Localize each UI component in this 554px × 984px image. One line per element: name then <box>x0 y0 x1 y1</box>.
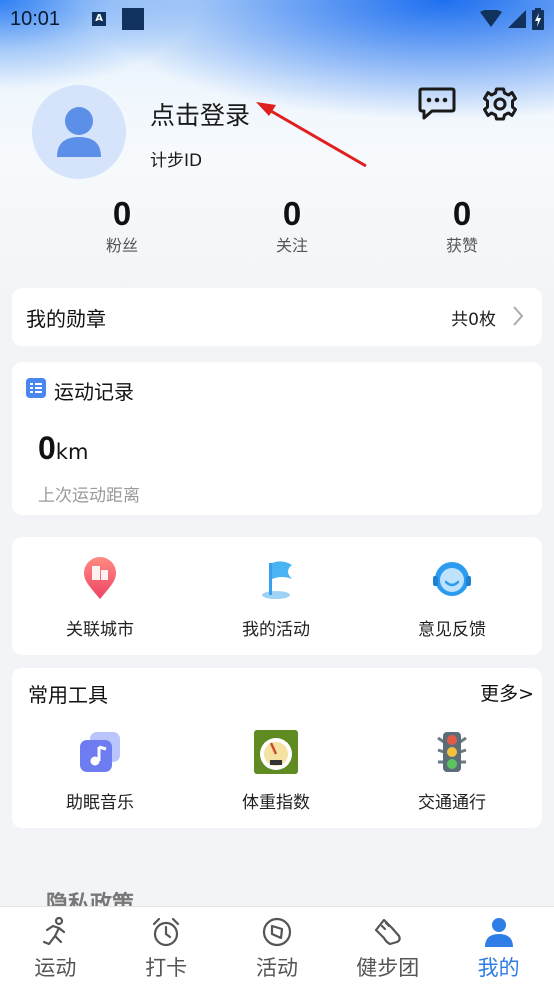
status-bar: 10:01 A <box>0 0 554 38</box>
tools-more-link[interactable]: 更多> <box>480 679 534 706</box>
exercise-record-card[interactable]: 运动记录 0km 上次运动距离 <box>12 362 542 515</box>
tools-card: 常用工具 更多> 助眠音乐 体重指数 交通通行 <box>12 668 542 828</box>
stat-label: 获赞 <box>445 236 478 255</box>
stat-value: 0 <box>282 195 302 232</box>
stat-likes[interactable]: 0 获赞 <box>402 192 522 256</box>
stat-value: 0 <box>452 195 472 232</box>
medal-count: 共0枚 <box>451 310 496 330</box>
avatar[interactable] <box>32 85 126 179</box>
tool-traffic[interactable]: 交通通行 <box>364 730 540 813</box>
link-city[interactable]: 关联城市 <box>12 557 188 640</box>
tab-label: 运动 <box>34 956 77 980</box>
tools-title: 常用工具 <box>28 683 108 707</box>
stats-row: 0 粉丝 0 关注 0 获赞 <box>0 192 554 262</box>
running-icon <box>43 916 66 946</box>
person-icon <box>484 918 513 947</box>
stat-label: 关注 <box>275 236 308 255</box>
chevron-right-icon <box>513 306 524 326</box>
headset-icon <box>433 562 471 596</box>
annotation-arrow <box>256 102 367 168</box>
notification-square-icon <box>122 8 145 30</box>
medal-card[interactable]: 我的勋章 共0枚 <box>12 288 542 346</box>
link-label: 意见反馈 <box>418 620 486 640</box>
traffic-light-icon <box>437 732 467 772</box>
distance-unit: km <box>55 440 89 464</box>
stat-value: 0 <box>112 195 132 232</box>
flag-icon <box>262 561 292 599</box>
tab-label: 活动 <box>255 956 298 980</box>
tool-label: 体重指数 <box>242 793 310 813</box>
record-title: 运动记录 <box>54 380 134 404</box>
compass-icon <box>262 917 292 947</box>
shoe-icon <box>374 918 401 946</box>
status-time: 10:01 <box>10 7 61 30</box>
tab-label: 我的 <box>477 956 520 980</box>
tool-label: 交通通行 <box>418 793 486 813</box>
message-icon[interactable] <box>418 86 456 122</box>
step-id-label: 计步ID <box>150 151 203 171</box>
settings-gear-icon[interactable] <box>481 86 519 122</box>
default-avatar-icon <box>57 107 101 157</box>
link-activities[interactable]: 我的活动 <box>188 557 364 640</box>
wifi-icon <box>480 10 502 27</box>
stat-fans[interactable]: 0 粉丝 <box>62 192 182 256</box>
tool-sleep-music[interactable]: 助眠音乐 <box>12 730 188 813</box>
link-label: 关联城市 <box>66 620 134 640</box>
notification-a-icon: A <box>92 12 107 26</box>
map-pin-icon <box>84 557 116 599</box>
login-link[interactable]: 点击登录 <box>150 96 250 132</box>
tab-exercise[interactable]: 运动 <box>0 907 111 984</box>
medal-title: 我的勋章 <box>26 307 106 331</box>
distance-value: 0 <box>38 430 56 466</box>
tab-checkin[interactable]: 打卡 <box>111 907 222 984</box>
stat-label: 粉丝 <box>105 236 138 255</box>
quick-links-card: 关联城市 我的活动 意见反馈 <box>12 537 542 655</box>
record-distance: 0km <box>38 430 88 467</box>
tool-bmi[interactable]: 体重指数 <box>188 730 364 813</box>
tab-activities[interactable]: 活动 <box>222 907 333 984</box>
bottom-tab-bar: 运动 打卡 活动 健步团 我的 <box>0 906 554 984</box>
list-icon <box>26 378 46 398</box>
link-feedback[interactable]: 意见反馈 <box>364 557 540 640</box>
scale-icon <box>254 730 298 774</box>
link-label: 我的活动 <box>242 620 310 640</box>
signal-icon <box>508 10 526 28</box>
tool-label: 助眠音乐 <box>66 793 134 813</box>
record-subtitle: 上次运动距离 <box>38 486 140 506</box>
tab-walking-group[interactable]: 健步团 <box>332 907 443 984</box>
tab-label: 打卡 <box>145 956 188 980</box>
tab-label: 健步团 <box>356 956 420 980</box>
battery-icon <box>532 8 544 30</box>
music-note-icon <box>80 732 120 772</box>
tab-me[interactable]: 我的 <box>443 907 554 984</box>
alarm-clock-icon <box>153 917 180 947</box>
stat-following[interactable]: 0 关注 <box>232 192 352 256</box>
